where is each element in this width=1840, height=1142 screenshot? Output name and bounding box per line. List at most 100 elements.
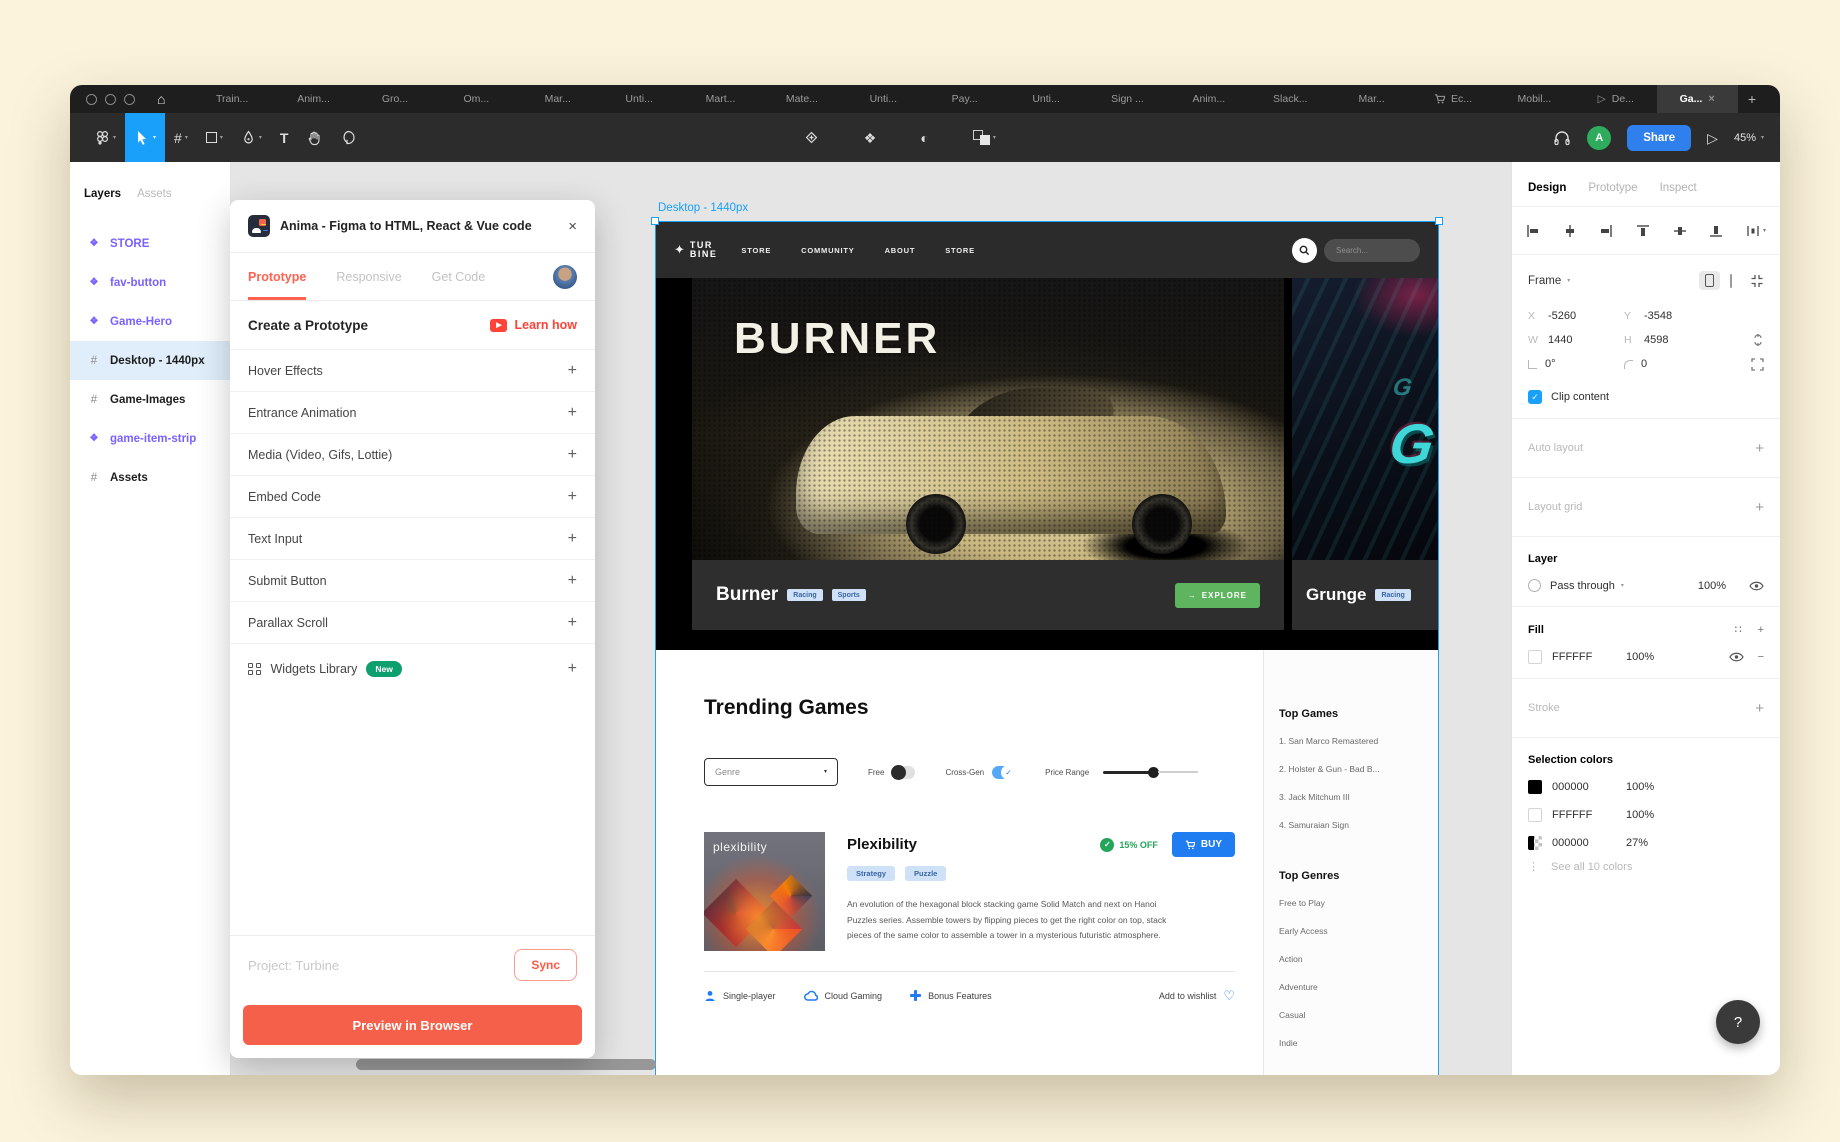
top-genre-item[interactable]: Action [1279,954,1430,964]
search-input[interactable] [1324,239,1420,262]
new-tab-button[interactable]: + [1738,85,1766,113]
align-right-icon[interactable] [1599,224,1613,238]
game-card[interactable]: plexibility Plexibility ✓ 15% OFF [704,832,1235,951]
file-tab[interactable]: Anim... [273,85,354,113]
zoom-level-dropdown[interactable]: 45% ▾ [1734,132,1764,144]
top-genre-item[interactable]: Early Access [1279,926,1430,936]
file-tab[interactable]: Sign ... [1087,85,1168,113]
close-window-icon[interactable] [86,94,97,105]
top-genre-item[interactable]: Free to Play [1279,898,1430,908]
maximize-window-icon[interactable] [124,94,135,105]
add-fill-icon[interactable]: + [1758,624,1764,636]
user-avatar[interactable]: A [1587,126,1611,150]
feature-row-entrance-animation[interactable]: Entrance Animation+ [230,392,595,434]
game-tag[interactable]: Puzzle [905,866,946,881]
selection-handle[interactable] [651,217,659,225]
tab-get-code[interactable]: Get Code [432,253,486,300]
corner-radius-field[interactable]: 0 [1641,358,1647,370]
top-genre-item[interactable]: Indie [1279,1038,1430,1048]
hero-slide-grunge[interactable]: G G Grunge Racing [1292,278,1438,630]
add-to-wishlist[interactable]: Add to wishlist ♡ [1159,989,1235,1002]
color-swatch[interactable] [1528,808,1542,822]
file-tab[interactable]: Mobil... [1494,85,1575,113]
minimize-window-icon[interactable] [105,94,116,105]
file-tab[interactable]: Unti... [598,85,679,113]
layer-row-selected[interactable]: #Desktop - 1440px [70,341,230,380]
boolean-groups-button[interactable]: ▾ [964,113,1005,162]
feature-row-embed-code[interactable]: Embed Code+ [230,476,595,518]
feature-row-media[interactable]: Media (Video, Gifs, Lottie)+ [230,434,595,476]
frame-type-dropdown[interactable]: Frame ▾ [1528,275,1570,287]
mask-button[interactable]: ◐ [911,113,937,162]
layer-row[interactable]: ❖Game-Hero [70,302,230,341]
file-tab[interactable]: Unti... [843,85,924,113]
plus-icon[interactable]: + [568,572,577,590]
clip-content-row[interactable]: ✓ Clip content [1528,390,1764,404]
top-game-item[interactable]: 1. San Marco Remastered [1279,736,1430,746]
resize-to-fit-icon[interactable] [1750,274,1764,288]
search-icon[interactable] [1292,238,1317,263]
align-top-icon[interactable] [1636,224,1650,238]
landscape-orientation-button[interactable] [1730,275,1732,287]
plus-icon[interactable]: + [568,488,577,506]
create-component-button[interactable]: ❖ [855,113,886,162]
y-position-field[interactable]: -3548 [1644,310,1672,322]
file-tab[interactable]: Anim... [1168,85,1249,113]
genre-select[interactable]: Genre ▾ [704,758,838,786]
file-tab[interactable]: Gro... [354,85,435,113]
hand-tool-button[interactable] [297,113,331,162]
add-layout-grid-icon[interactable]: + [1755,499,1764,516]
tab-prototype[interactable]: Prototype [1588,182,1637,194]
horizontal-scrollbar[interactable] [356,1059,656,1070]
constrain-proportions-icon[interactable] [1752,333,1764,347]
add-stroke-icon[interactable]: + [1755,700,1764,717]
learn-how-link[interactable]: ▶ Learn how [490,318,577,332]
widgets-library-row[interactable]: Widgets Library New + [230,644,595,694]
edit-object-button[interactable] [794,113,829,162]
hero-slide-burner[interactable]: BURNER Burner Racing Sports → [692,278,1284,630]
file-tab[interactable]: Pay... [924,85,1005,113]
preview-in-browser-button[interactable]: Preview in Browser [243,1005,582,1045]
price-range-slider[interactable] [1103,767,1198,778]
frame-label[interactable]: Desktop - 1440px [658,202,748,214]
plus-icon[interactable]: + [568,614,577,632]
selection-color-row[interactable]: 000000 100% [1528,780,1764,794]
see-all-colors-link[interactable]: ⋮ See all 10 colors [1528,860,1764,873]
blend-mode-dropdown[interactable]: Pass through ▾ [1550,580,1624,592]
layer-row[interactable]: #Game-Images [70,380,230,419]
shape-tool-button[interactable]: ▾ [197,113,232,162]
file-tab[interactable]: Mar... [517,85,598,113]
top-genre-item[interactable]: Adventure [1279,982,1430,992]
independent-corners-icon[interactable] [1751,358,1764,371]
x-position-field[interactable]: -5260 [1548,310,1576,322]
plus-icon[interactable]: + [568,660,577,678]
rotation-field[interactable]: 0° [1545,358,1556,370]
tab-responsive[interactable]: Responsive [336,253,401,300]
fill-styles-icon[interactable]: ∷ [1735,623,1742,636]
file-tab[interactable]: Mar... [1331,85,1412,113]
pen-tool-button[interactable]: ▾ [232,113,271,162]
site-nav-link[interactable]: STORE [741,246,771,255]
plugin-user-avatar[interactable] [553,265,577,289]
site-nav-link[interactable]: ABOUT [885,246,916,255]
plus-icon[interactable]: + [568,446,577,464]
layer-opacity-field[interactable]: 100% [1698,580,1726,592]
site-nav-link[interactable]: STORE [945,246,975,255]
portrait-orientation-button[interactable] [1699,271,1720,290]
top-genre-item[interactable]: Casual [1279,1010,1430,1020]
feature-row-text-input[interactable]: Text Input+ [230,518,595,560]
file-tab[interactable]: Mart... [680,85,761,113]
color-swatch[interactable] [1528,650,1542,664]
visibility-eye-icon[interactable] [1749,581,1764,591]
file-tab[interactable]: ▷ De... [1575,85,1656,113]
selection-handle[interactable] [1435,217,1443,225]
tab-inspect[interactable]: Inspect [1660,182,1697,194]
comment-tool-button[interactable] [331,113,365,162]
share-button[interactable]: Share [1627,125,1691,151]
cross-gen-toggle[interactable]: ✓ [992,766,1015,779]
file-tab[interactable]: Slack... [1250,85,1331,113]
align-v-center-icon[interactable] [1673,224,1687,238]
file-tab[interactable]: Unti... [1005,85,1086,113]
fill-hex-field[interactable]: FFFFFF [1552,651,1616,663]
frame-tool-button[interactable]: # ▾ [165,113,197,162]
